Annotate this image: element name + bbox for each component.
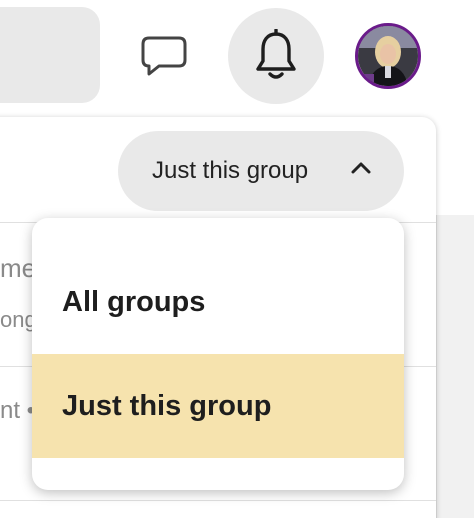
chevron-up-icon: [351, 162, 371, 174]
menu-option-label: Just this group: [62, 389, 272, 422]
notifications-button[interactable]: [228, 8, 324, 104]
messages-button[interactable]: [134, 28, 194, 84]
group-filter-label: Just this group: [152, 157, 309, 184]
bell-icon: [256, 29, 296, 79]
screen: me ong nt • Just this group All groups J…: [0, 0, 474, 518]
menu-option-just-this-group[interactable]: Just this group: [32, 354, 404, 458]
avatar-photo: [358, 26, 418, 86]
search-bar[interactable]: [0, 7, 100, 103]
avatar[interactable]: [355, 23, 421, 89]
background-strip: [436, 215, 474, 518]
menu-option-label: All groups: [62, 285, 206, 318]
divider: [0, 500, 436, 501]
group-filter-menu: All groups Just this group: [32, 218, 404, 490]
post-meta-fragment: nt •: [0, 397, 36, 424]
menu-option-all-groups[interactable]: All groups: [32, 250, 404, 354]
group-filter-button[interactable]: Just this group: [118, 131, 404, 211]
post-text-fragment: me: [0, 253, 37, 283]
chat-bubble-icon: [141, 36, 187, 76]
